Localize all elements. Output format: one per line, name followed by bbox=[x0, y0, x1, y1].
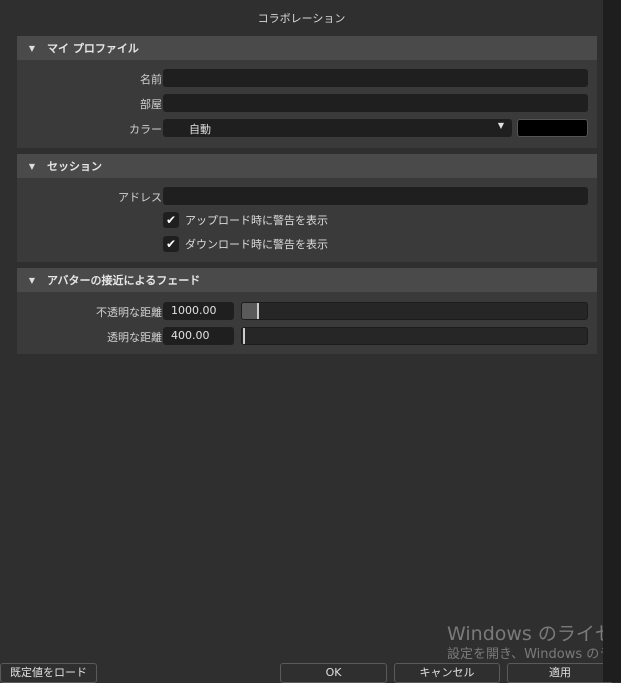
color-select-value: 自動 bbox=[189, 123, 211, 136]
color-select[interactable]: 自動 ▼ bbox=[163, 119, 512, 137]
activation-watermark-line2: 設定を開き、Windows のライ bbox=[447, 647, 621, 662]
room-label: 部屋 bbox=[140, 98, 162, 111]
section-header-my-profile[interactable]: ▼ マイ プロファイル bbox=[17, 36, 597, 60]
collapse-triangle-icon[interactable]: ▼ bbox=[17, 162, 47, 171]
opaque-distance-slider[interactable] bbox=[241, 302, 588, 320]
transparent-distance-input[interactable]: 400.00 bbox=[163, 327, 234, 345]
transparent-distance-slider[interactable] bbox=[241, 327, 588, 345]
checkmark-icon[interactable]: ✔ bbox=[163, 236, 179, 252]
transparent-distance-label: 透明な距離 bbox=[107, 331, 162, 344]
name-input[interactable] bbox=[163, 69, 588, 87]
upload-warning-label: アップロード時に警告を表示 bbox=[185, 214, 328, 227]
address-input[interactable] bbox=[163, 187, 588, 205]
dialog-title: コラボレーション bbox=[257, 12, 346, 25]
slider-fill bbox=[242, 303, 260, 319]
section-session: ▼ セッション アドレス ✔ アップロード時に警告を表示 ✔ ダウンロード時に警告を表… bbox=[17, 154, 597, 262]
load-defaults-button[interactable]: 既定値をロード bbox=[0, 663, 97, 683]
section-title: アバターの接近によるフェード bbox=[47, 274, 201, 287]
upload-warning-checkbox[interactable]: ✔ アップロード時に警告を表示 bbox=[163, 212, 328, 228]
slider-fill bbox=[242, 328, 246, 344]
address-label: アドレス bbox=[118, 191, 162, 204]
collapse-triangle-icon[interactable]: ▼ bbox=[17, 44, 47, 53]
cancel-button[interactable]: キャンセル bbox=[394, 663, 500, 683]
section-avatar-fade: ▼ アバターの接近によるフェード 不透明な距離 1000.00 透明な距離 400.0… bbox=[17, 268, 597, 354]
download-warning-checkbox[interactable]: ✔ ダウンロード時に警告を表示 bbox=[163, 236, 328, 252]
section-title: マイ プロファイル bbox=[47, 42, 139, 55]
opaque-distance-input[interactable]: 1000.00 bbox=[163, 302, 234, 320]
section-title: セッション bbox=[47, 160, 102, 173]
name-label: 名前 bbox=[140, 73, 162, 86]
activation-watermark-line1: Windows のライセンス bbox=[447, 623, 621, 645]
apply-button[interactable]: 適用 bbox=[507, 663, 613, 683]
section-header-session[interactable]: ▼ セッション bbox=[17, 154, 597, 178]
chevron-down-icon: ▼ bbox=[497, 121, 504, 130]
opaque-distance-label: 不透明な距離 bbox=[96, 306, 162, 319]
color-label: カラー bbox=[129, 123, 162, 136]
checkmark-icon[interactable]: ✔ bbox=[163, 212, 179, 228]
ok-button[interactable]: OK bbox=[280, 663, 387, 683]
background-window-edge bbox=[603, 0, 621, 682]
section-my-profile: ▼ マイ プロファイル 名前 部屋 カラー 自動 ▼ bbox=[17, 36, 597, 148]
room-input[interactable] bbox=[163, 94, 588, 112]
download-warning-label: ダウンロード時に警告を表示 bbox=[185, 238, 328, 251]
color-swatch[interactable] bbox=[517, 119, 588, 137]
section-header-avatar-fade[interactable]: ▼ アバターの接近によるフェード bbox=[17, 268, 597, 292]
collapse-triangle-icon[interactable]: ▼ bbox=[17, 276, 47, 285]
